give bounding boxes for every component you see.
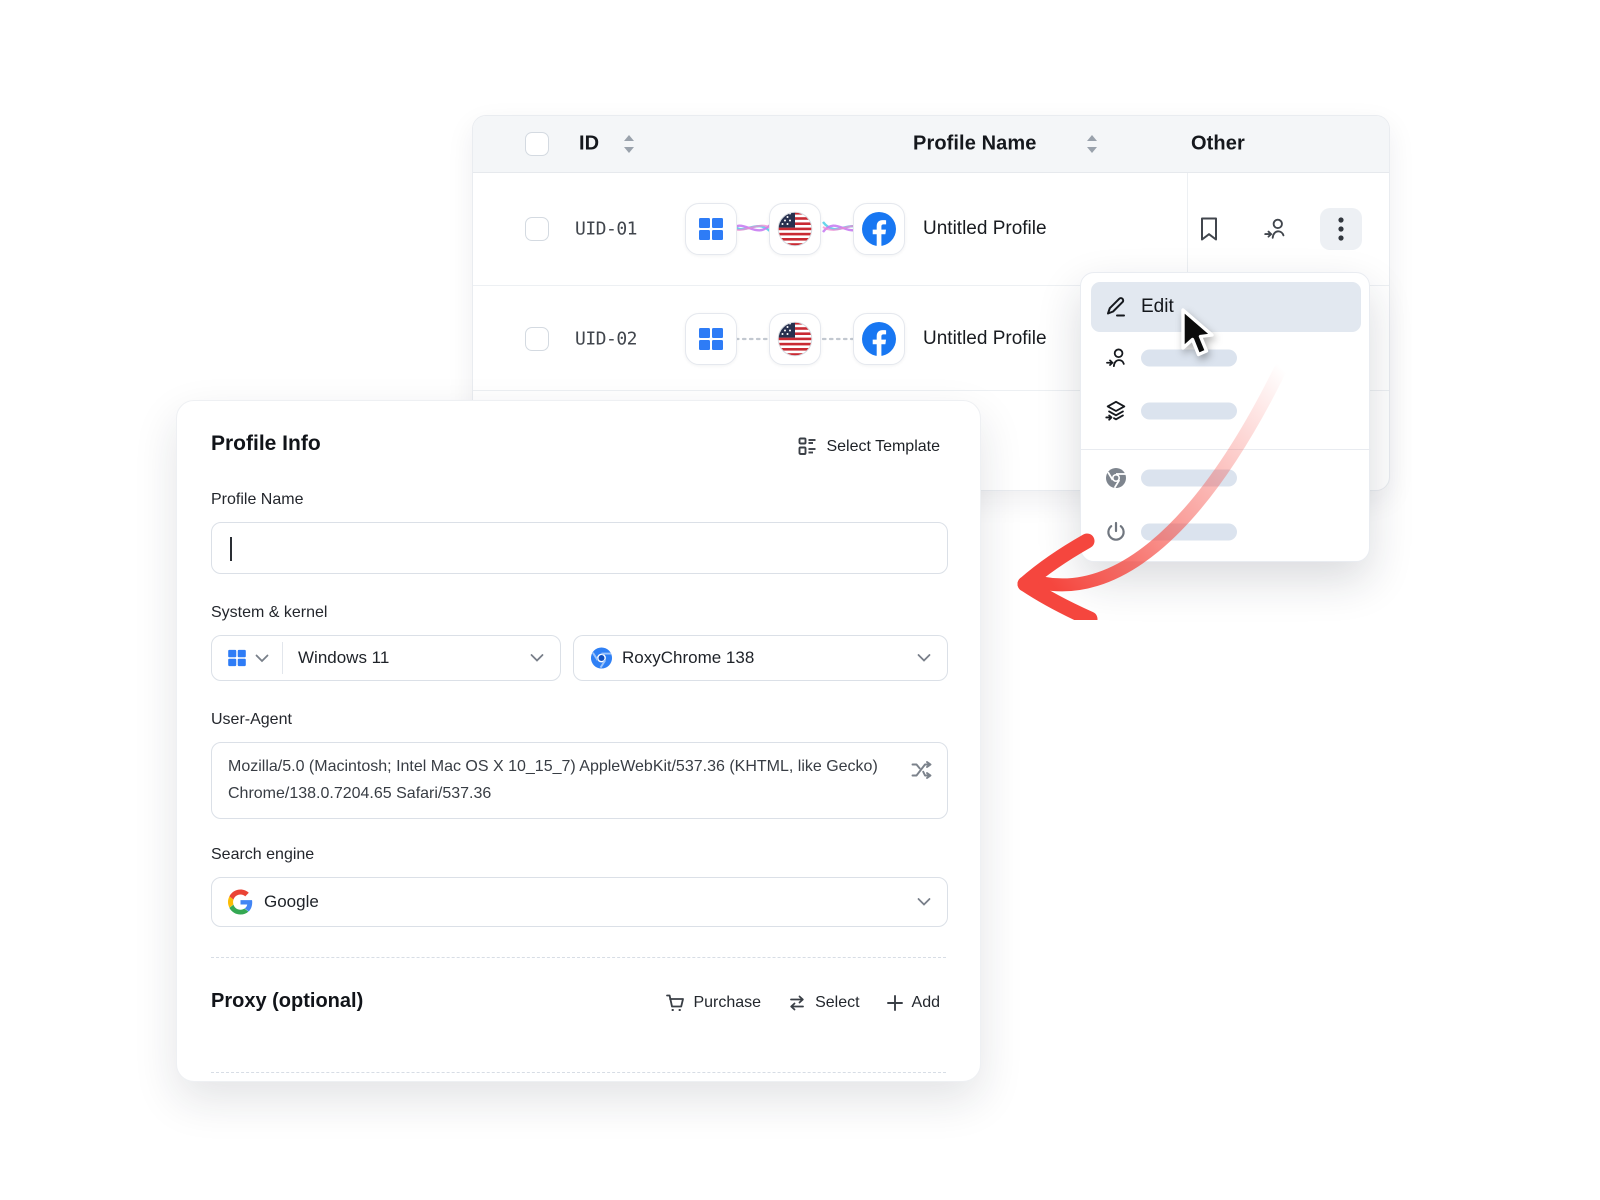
chevron-down-icon bbox=[917, 654, 931, 663]
table-row[interactable]: UID-01 bbox=[473, 173, 1389, 286]
select-divider bbox=[282, 642, 283, 674]
menu-item-placeholder bbox=[1141, 350, 1237, 367]
purchase-label: Purchase bbox=[693, 994, 761, 1012]
row-uid: UID-01 bbox=[575, 219, 637, 240]
layers-icon bbox=[1104, 399, 1128, 423]
column-header-id[interactable]: ID bbox=[579, 133, 599, 156]
select-label: Select bbox=[815, 994, 859, 1012]
edit-pen-icon bbox=[1104, 295, 1128, 319]
user-agent-textarea[interactable]: Mozilla/5.0 (Macintosh; Intel Mac OS X 1… bbox=[211, 742, 948, 819]
search-engine-label: Search engine bbox=[211, 846, 314, 864]
user-agent-label: User-Agent bbox=[211, 711, 292, 729]
profile-name-label: Profile Name bbox=[211, 491, 303, 509]
windows-icon bbox=[685, 313, 737, 365]
menu-item[interactable] bbox=[1091, 461, 1361, 495]
kernel-select[interactable]: RoxyChrome 138 bbox=[573, 635, 948, 681]
us-flag-icon bbox=[769, 203, 821, 255]
os-select-value: Windows 11 bbox=[298, 648, 389, 668]
facebook-icon bbox=[853, 313, 905, 365]
select-template-label: Select Template bbox=[826, 438, 940, 456]
menu-divider bbox=[1081, 449, 1371, 450]
platform-strip bbox=[685, 313, 905, 365]
windows-icon bbox=[685, 203, 737, 255]
google-icon bbox=[228, 890, 253, 915]
kernel-select-value: RoxyChrome 138 bbox=[622, 648, 754, 668]
menu-item-placeholder bbox=[1141, 470, 1237, 487]
us-flag-icon bbox=[769, 313, 821, 365]
menu-item-placeholder bbox=[1141, 403, 1237, 420]
chrome-icon bbox=[1104, 466, 1128, 490]
os-select[interactable]: Windows 11 bbox=[211, 635, 561, 681]
section-divider bbox=[211, 957, 946, 958]
template-icon bbox=[798, 437, 817, 456]
windows-icon bbox=[226, 647, 248, 669]
row-checkbox[interactable] bbox=[525, 327, 549, 351]
table-header: ID Profile Name Other bbox=[473, 116, 1389, 173]
menu-item[interactable] bbox=[1091, 394, 1361, 428]
transfer-profile-icon bbox=[1104, 346, 1128, 370]
chevron-down-icon bbox=[530, 654, 544, 663]
column-header-other: Other bbox=[1191, 133, 1245, 156]
platform-strip bbox=[685, 203, 905, 255]
profile-name-cell: Untitled Profile bbox=[923, 218, 1047, 240]
profile-name-cell: Untitled Profile bbox=[923, 328, 1047, 350]
menu-item-label: Edit bbox=[1141, 296, 1174, 318]
select-template-button[interactable]: Select Template bbox=[798, 437, 940, 456]
menu-item[interactable] bbox=[1091, 341, 1361, 375]
facebook-icon bbox=[853, 203, 905, 255]
power-icon bbox=[1104, 520, 1128, 544]
kebab-menu-icon[interactable] bbox=[1320, 208, 1362, 250]
transfer-profile-icon[interactable] bbox=[1262, 216, 1288, 242]
row-checkbox[interactable] bbox=[525, 217, 549, 241]
bookmark-icon[interactable] bbox=[1196, 216, 1222, 242]
proxy-section-title: Proxy (optional) bbox=[211, 990, 363, 1013]
search-engine-select[interactable]: Google bbox=[211, 877, 948, 927]
plus-icon bbox=[886, 994, 904, 1012]
text-caret bbox=[230, 537, 232, 561]
add-label: Add bbox=[912, 994, 940, 1012]
select-proxy-button[interactable]: Select bbox=[787, 993, 859, 1013]
roxychrome-icon bbox=[590, 647, 613, 670]
bottom-divider bbox=[211, 1072, 946, 1073]
add-proxy-button[interactable]: Add bbox=[886, 993, 940, 1013]
shuffle-icon[interactable] bbox=[911, 759, 933, 781]
search-engine-value: Google bbox=[264, 892, 319, 912]
system-kernel-label: System & kernel bbox=[211, 604, 327, 622]
menu-item-placeholder bbox=[1141, 524, 1237, 541]
chevron-down-icon bbox=[917, 898, 931, 907]
card-title: Profile Info bbox=[211, 432, 321, 456]
row-context-menu: Edit bbox=[1080, 272, 1370, 562]
chevron-down-icon bbox=[255, 654, 269, 663]
proxy-actions: Purchase Select Add bbox=[665, 993, 940, 1013]
column-header-profile-name[interactable]: Profile Name bbox=[913, 133, 1036, 156]
select-all-checkbox[interactable] bbox=[525, 132, 549, 156]
swap-arrows-icon bbox=[787, 993, 807, 1013]
row-uid: UID-02 bbox=[575, 328, 637, 349]
cart-icon bbox=[665, 993, 685, 1013]
profile-name-input[interactable] bbox=[211, 522, 948, 574]
menu-item-edit[interactable]: Edit bbox=[1091, 282, 1361, 332]
user-agent-value: Mozilla/5.0 (Macintosh; Intel Mac OS X 1… bbox=[228, 754, 901, 808]
profile-info-card: Profile Info Select Template Profile Nam… bbox=[176, 400, 981, 1082]
purchase-proxy-button[interactable]: Purchase bbox=[665, 993, 761, 1013]
menu-item[interactable] bbox=[1091, 515, 1361, 549]
sort-icon[interactable] bbox=[622, 133, 636, 155]
sort-icon[interactable] bbox=[1085, 133, 1099, 155]
